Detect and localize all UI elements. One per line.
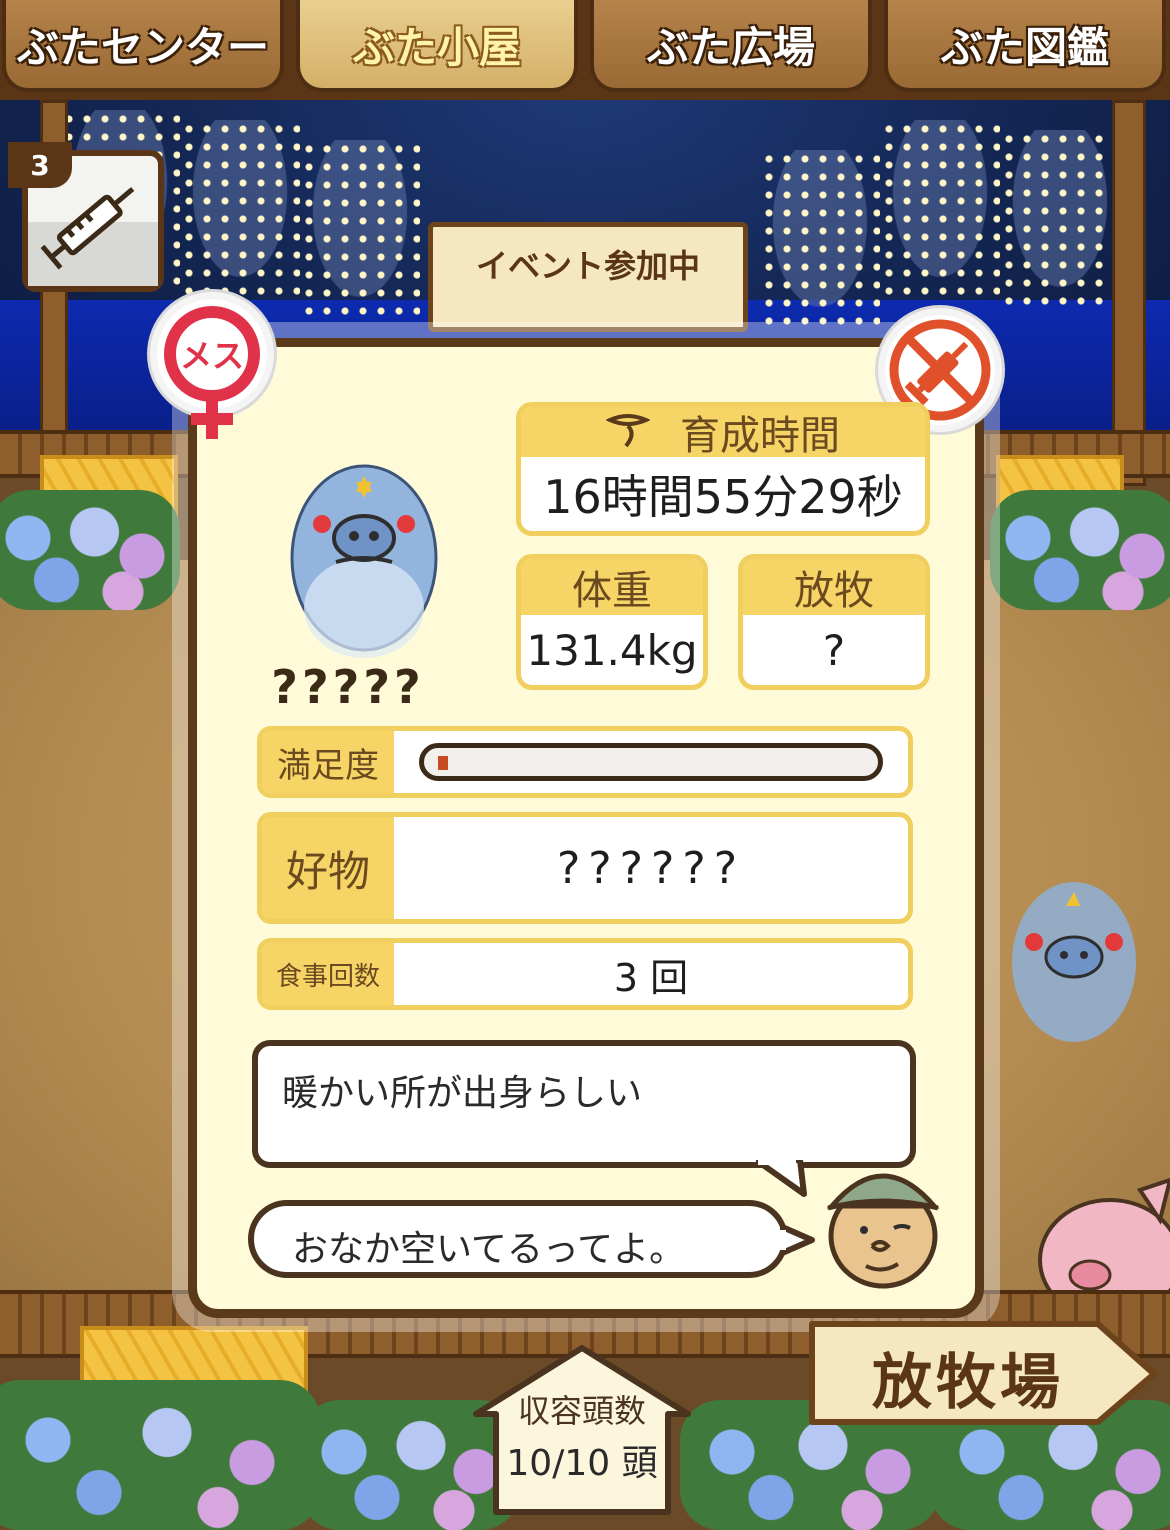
pasture-button[interactable]: 放牧場: [808, 1318, 1160, 1428]
capacity-value: 10/10 頭: [506, 1443, 658, 1484]
flower-bush: [990, 490, 1170, 610]
meals-label: 食事回数: [262, 943, 394, 1005]
female-icon: メス: [164, 306, 260, 439]
weight-box: 体重 131.4kg: [516, 554, 708, 690]
growth-time-value: 16時間55分29秒: [543, 470, 903, 524]
background-pig: [1012, 882, 1136, 1042]
speech-bubble: おなか空いてるってよ。: [248, 1200, 788, 1278]
meals-value: 3 回: [613, 955, 689, 1000]
capacity-sign: 収容頭数 10/10 頭: [472, 1344, 692, 1516]
tab-buta-center[interactable]: ぶたセンター: [2, 0, 284, 92]
speech-bubble-tail: [780, 1223, 815, 1257]
fence-post: [1112, 100, 1146, 486]
lit-tree: [180, 120, 300, 300]
satisfaction-bar-fill: [438, 756, 448, 770]
lit-tree: [880, 120, 1000, 300]
farmer-avatar: [826, 1173, 940, 1289]
tornado-icon: [606, 414, 650, 448]
grazing-label: 放牧: [743, 559, 925, 615]
tab-buta-koya[interactable]: ぶた小屋: [296, 0, 578, 92]
favorite-value: ??????: [556, 842, 746, 894]
favorite-label: 好物: [262, 817, 394, 919]
satisfaction-row: 満足度: [257, 726, 913, 798]
tab-buta-zukan[interactable]: ぶた図鑑: [884, 0, 1166, 92]
meals-row: 食事回数 3 回: [257, 938, 913, 1010]
lit-tree: [1000, 130, 1120, 310]
top-navigation: ぶたセンター ぶた小屋 ぶた広場 ぶた図鑑: [0, 0, 1170, 100]
growth-time-label: 育成時間: [680, 413, 840, 459]
bubble-tail: [756, 1160, 807, 1197]
pig-portrait: [290, 464, 438, 658]
weight-value: 131.4kg: [526, 625, 698, 675]
tab-buta-hiroba[interactable]: ぶた広場: [590, 0, 872, 92]
favorite-row: 好物 ??????: [257, 812, 913, 924]
description-bubble: 暖かい所が出身らしい: [252, 1040, 916, 1168]
capacity-title: 収容頭数: [517, 1392, 646, 1430]
grazing-box: 放牧 ?: [738, 554, 930, 690]
lit-tree: [300, 140, 420, 320]
event-sign[interactable]: イベント参加中: [428, 222, 748, 332]
description-text: 暖かい所が出身らしい: [282, 1073, 643, 1114]
pig-name: ?????: [271, 660, 425, 714]
lit-tree: [760, 150, 880, 330]
satisfaction-label: 満足度: [262, 731, 394, 793]
grazing-value: ?: [822, 625, 846, 675]
flower-bush: [0, 1380, 320, 1530]
event-label: イベント参加中: [475, 247, 700, 285]
satisfaction-bar: [419, 743, 883, 781]
female-badge: メス: [150, 292, 274, 439]
gender-label: メス: [180, 337, 244, 375]
growth-time-box: 育成時間 16時間55分29秒: [516, 402, 930, 536]
pasture-label: 放牧場: [872, 1348, 1064, 1418]
speech-text: おなか空いてるってよ。: [292, 1229, 686, 1270]
item-count-badge: 3: [8, 142, 72, 188]
weight-label: 体重: [521, 559, 703, 615]
flower-bush: [0, 490, 180, 610]
